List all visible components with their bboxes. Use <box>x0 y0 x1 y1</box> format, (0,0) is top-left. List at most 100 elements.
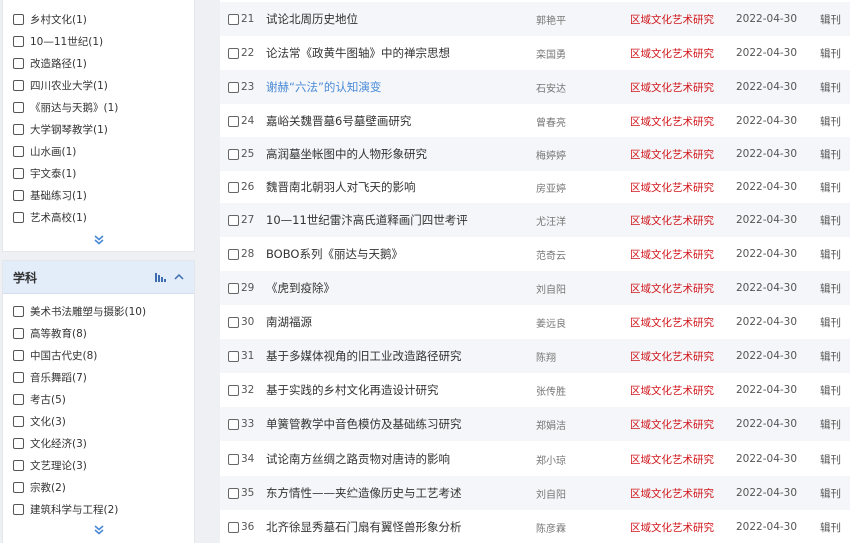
row-checkbox[interactable] <box>228 418 239 430</box>
row-checkbox[interactable] <box>228 487 239 499</box>
row-checkbox[interactable] <box>228 453 239 465</box>
source-link[interactable]: 区域文化艺术研究 <box>630 349 714 364</box>
filter-item[interactable]: 《丽达与天鹅》(1) <box>3 96 194 118</box>
article-title-link[interactable]: 高润墓坐帐图中的人物形象研究 <box>266 146 427 162</box>
author-link[interactable]: 栾国勇 <box>536 46 566 61</box>
author-link[interactable]: 刘自阳 <box>536 281 566 296</box>
expand-more-icon[interactable] <box>3 524 194 538</box>
row-checkbox[interactable] <box>228 13 239 25</box>
chevron-up-icon[interactable] <box>174 273 184 281</box>
filter-checkbox[interactable] <box>13 437 24 449</box>
row-checkbox[interactable] <box>228 81 239 93</box>
filter-checkbox[interactable] <box>13 189 24 201</box>
bar-chart-icon[interactable] <box>155 272 166 282</box>
filter-item[interactable]: 美术书法雕塑与摄影(10) <box>3 300 194 322</box>
article-title-link[interactable]: 基于实践的乡村文化再造设计研究 <box>266 382 439 398</box>
row-checkbox[interactable] <box>228 350 239 362</box>
filter-checkbox[interactable] <box>13 79 24 91</box>
row-checkbox[interactable] <box>228 115 239 127</box>
source-link[interactable]: 区域文化艺术研究 <box>630 486 714 501</box>
filter-item[interactable]: 文化(3) <box>3 410 194 432</box>
article-title-link[interactable]: 魏晋南北朝羽人对飞天的影响 <box>266 179 416 195</box>
article-title-link[interactable]: 北齐徐显秀墓石门扇有翼怪兽形象分析 <box>266 519 462 535</box>
row-checkbox[interactable] <box>228 47 239 59</box>
filter-checkbox[interactable] <box>13 393 24 405</box>
article-title-link[interactable]: 《虎到疫除》 <box>266 280 335 296</box>
filter-checkbox[interactable] <box>13 35 24 47</box>
filter-item[interactable]: 文化经济(3) <box>3 432 194 454</box>
filter-item[interactable]: 改造路径(1) <box>3 52 194 74</box>
filter-item[interactable]: 基础练习(1) <box>3 184 194 206</box>
filter-item[interactable]: 文艺理论(3) <box>3 454 194 476</box>
row-checkbox[interactable] <box>228 316 239 328</box>
article-title-link[interactable]: 试论南方丝绸之路贡物对唐诗的影响 <box>266 451 450 467</box>
filter-item[interactable]: 宇文泰(1) <box>3 162 194 184</box>
filter-item[interactable]: 山水画(1) <box>3 140 194 162</box>
author-link[interactable]: 石安达 <box>536 80 566 95</box>
filter-checkbox[interactable] <box>13 101 24 113</box>
filter-checkbox[interactable] <box>13 57 24 69</box>
article-title-link[interactable]: 论法常《政黄牛图轴》中的禅宗思想 <box>266 45 450 61</box>
author-link[interactable]: 陈翔 <box>536 349 556 364</box>
author-link[interactable]: 郭艳平 <box>536 12 566 27</box>
filter-item[interactable]: 高等教育(8) <box>3 322 194 344</box>
author-link[interactable]: 姜远良 <box>536 315 566 330</box>
source-link[interactable]: 区域文化艺术研究 <box>630 80 714 95</box>
filter-checkbox[interactable] <box>13 371 24 383</box>
filter-checkbox[interactable] <box>13 481 24 493</box>
filter-checkbox[interactable] <box>13 167 24 179</box>
filter-checkbox[interactable] <box>13 211 24 223</box>
filter-item[interactable]: 艺术高校(1) <box>3 206 194 228</box>
row-checkbox[interactable] <box>228 214 239 226</box>
article-title-link[interactable]: 单簧管教学中音色模仿及基础练习研究 <box>266 416 462 432</box>
source-link[interactable]: 区域文化艺术研究 <box>630 281 714 296</box>
row-checkbox[interactable] <box>228 148 239 160</box>
source-link[interactable]: 区域文化艺术研究 <box>630 247 714 262</box>
filter-item[interactable]: 乡村文化(1) <box>3 8 194 30</box>
filter-checkbox[interactable] <box>13 305 24 317</box>
row-checkbox[interactable] <box>228 248 239 260</box>
filter-item[interactable]: 中国古代史(8) <box>3 344 194 366</box>
source-link[interactable]: 区域文化艺术研究 <box>630 213 714 228</box>
author-link[interactable]: 郑娟洁 <box>536 417 566 432</box>
author-link[interactable]: 郑小琼 <box>536 452 566 467</box>
article-title-link[interactable]: 基于多媒体视角的旧工业改造路径研究 <box>266 348 462 364</box>
author-link[interactable]: 房亚婷 <box>536 180 566 195</box>
article-title-link[interactable]: 谢赫“六法”的认知演变 <box>266 79 381 95</box>
source-link[interactable]: 区域文化艺术研究 <box>630 417 714 432</box>
source-link[interactable]: 区域文化艺术研究 <box>630 180 714 195</box>
author-link[interactable]: 梅婷婷 <box>536 147 566 162</box>
filter-item[interactable]: 10—11世纪(1) <box>3 30 194 52</box>
author-link[interactable]: 张传胜 <box>536 383 566 398</box>
filter-item[interactable]: 四川农业大学(1) <box>3 74 194 96</box>
filter-item[interactable]: 建筑科学与工程(2) <box>3 498 194 520</box>
source-link[interactable]: 区域文化艺术研究 <box>630 383 714 398</box>
filter-checkbox[interactable] <box>13 13 24 25</box>
source-link[interactable]: 区域文化艺术研究 <box>630 12 714 27</box>
filter-checkbox[interactable] <box>13 327 24 339</box>
author-link[interactable]: 刘自阳 <box>536 486 566 501</box>
filter-checkbox[interactable] <box>13 503 24 515</box>
source-link[interactable]: 区域文化艺术研究 <box>630 315 714 330</box>
filter-checkbox[interactable] <box>13 145 24 157</box>
filter-checkbox[interactable] <box>13 415 24 427</box>
article-title-link[interactable]: BOBO系列《丽达与天鹅》 <box>266 246 403 262</box>
filter-item[interactable]: 宗教(2) <box>3 476 194 498</box>
row-checkbox[interactable] <box>228 282 239 294</box>
author-link[interactable]: 陈彦霖 <box>536 520 566 535</box>
subject-panel-header[interactable]: 学科 <box>3 261 194 294</box>
filter-checkbox[interactable] <box>13 349 24 361</box>
article-title-link[interactable]: 南湖福源 <box>266 314 312 330</box>
filter-checkbox[interactable] <box>13 459 24 471</box>
article-title-link[interactable]: 嘉峪关魏晋墓6号墓壁画研究 <box>266 113 411 129</box>
row-checkbox[interactable] <box>228 521 239 533</box>
author-link[interactable]: 范奇云 <box>536 247 566 262</box>
filter-item[interactable]: 大学钢琴教学(1) <box>3 118 194 140</box>
filter-checkbox[interactable] <box>13 123 24 135</box>
expand-more-icon[interactable] <box>3 234 194 248</box>
article-title-link[interactable]: 10—11世纪雷汴高氏道释画门四世考评 <box>266 212 468 228</box>
row-checkbox[interactable] <box>228 181 239 193</box>
source-link[interactable]: 区域文化艺术研究 <box>630 114 714 129</box>
author-link[interactable]: 尤汪洋 <box>536 213 566 228</box>
source-link[interactable]: 区域文化艺术研究 <box>630 520 714 535</box>
